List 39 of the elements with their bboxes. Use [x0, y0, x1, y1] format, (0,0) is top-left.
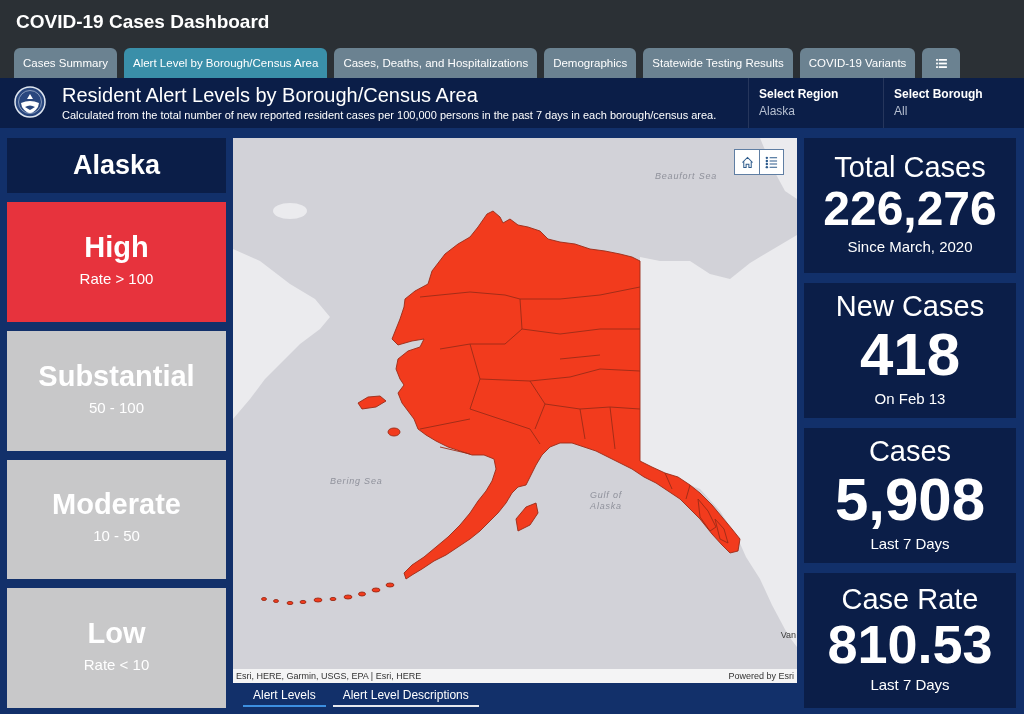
section-title: Resident Alert Levels by Borough/Census Area	[62, 82, 478, 107]
stat-note: On Feb 13	[874, 388, 946, 409]
dashboard-tab[interactable]: Cases Summary	[14, 48, 117, 78]
dashboard-tab[interactable]: Cases, Deaths, and Hospitalizations	[334, 48, 538, 78]
alert-level-name: High	[84, 229, 149, 264]
legend-icon	[765, 155, 778, 169]
dashboard-tab[interactable]: Alert Level by Borough/Census Area	[124, 48, 328, 78]
map-attribution: Esri, HERE, Garmin, USGS, EPA | Esri, HERE	[236, 670, 422, 682]
section-description: Calculated from the total number of new reported resident cases per 100,000 persons in the past 7 days in each borough/census area.	[62, 107, 717, 122]
powered-by-link[interactable]: Powered by Esri	[728, 670, 794, 682]
stat-title: Case Rate	[841, 581, 979, 616]
dashboard-title: COVID-19 Cases Dashboard	[15, 10, 271, 34]
dashboard-tab[interactable]: Statewide Testing Results	[643, 48, 793, 78]
stat-note: Since March, 2020	[847, 237, 973, 258]
map-label: Beaufort Sea	[655, 171, 718, 182]
dashboard-tab[interactable]: COVID-19 Variants	[799, 48, 916, 78]
map-tab[interactable]: Alert Level Descriptions	[332, 685, 479, 707]
filter-selector[interactable]: Select Region Alaska	[748, 78, 883, 128]
map-tab[interactable]: Alert Levels	[243, 685, 326, 707]
stat-note: Last 7 Days	[870, 675, 950, 696]
stat-value: 418	[859, 322, 961, 386]
home-icon	[740, 155, 754, 169]
filter-selector[interactable]: Select Borough All	[883, 78, 1018, 128]
list-icon	[935, 58, 947, 68]
stat-value: 226,276	[823, 183, 997, 235]
region-name: Alaska	[72, 150, 161, 181]
stat-title: Cases	[868, 433, 952, 468]
stat-title: Total Cases	[834, 149, 986, 184]
stat-value: 5,908	[834, 467, 986, 531]
map-label: Van	[780, 630, 796, 641]
dashboard-tab[interactable]: Demographics	[544, 48, 637, 78]
stat-value: 810.53	[827, 615, 993, 673]
alert-level-range: Rate > 100	[79, 269, 154, 288]
menu-tab[interactable]	[922, 48, 961, 78]
stat-note: Last 7 Days	[870, 533, 950, 554]
map-label: Gulf of Alaska	[588, 490, 624, 512]
stat-title: New Cases	[835, 288, 985, 323]
emblem-icon	[14, 86, 46, 118]
map-label: Bering Sea	[330, 476, 383, 487]
